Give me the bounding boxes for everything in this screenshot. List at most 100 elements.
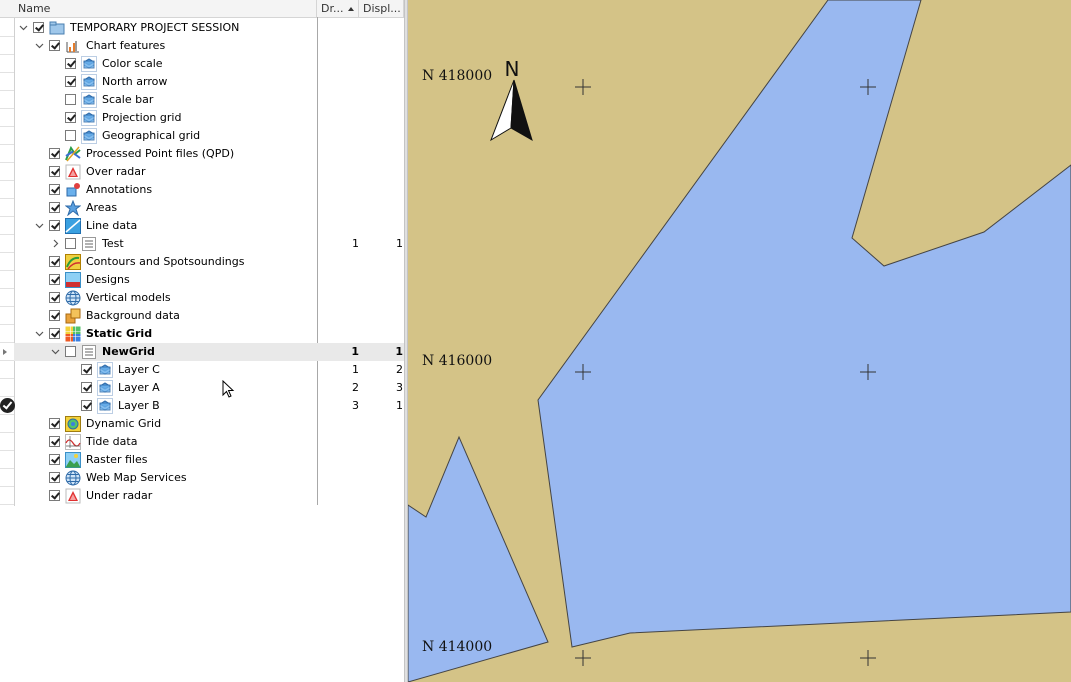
chevron-down-icon[interactable] [50,346,61,357]
visibility-checkbox[interactable] [49,184,60,195]
tree-row-newgrid[interactable]: NewGrid 1 1 [14,343,404,361]
visibility-checkbox[interactable] [49,418,60,429]
tree-row-temporary-project-session[interactable]: TEMPORARY PROJECT SESSION [14,19,404,37]
tree-row-layer-b[interactable]: Layer B 3 1 [14,397,404,415]
column-header-display[interactable]: Displ... [359,0,404,17]
tree-row-static-grid[interactable]: Static Grid [14,325,404,343]
tree-row-scale-bar[interactable]: Scale bar [14,91,404,109]
row-header-divider [0,72,14,73]
row-header-divider [0,504,14,505]
tree-item-label: TEMPORARY PROJECT SESSION [70,21,240,34]
visibility-checkbox[interactable] [65,238,76,249]
display-value: 1 [396,399,403,412]
tree-row-geographical-grid[interactable]: Geographical grid [14,127,404,145]
visibility-checkbox[interactable] [49,490,60,501]
visibility-checkbox[interactable] [49,148,60,159]
tree-row-north-arrow[interactable]: North arrow [14,73,404,91]
visibility-checkbox[interactable] [49,472,60,483]
tree-row-color-scale[interactable]: Color scale [14,55,404,73]
display-value: 1 [396,237,403,250]
visibility-checkbox[interactable] [65,58,76,69]
row-header-divider [0,126,14,127]
visibility-checkbox[interactable] [49,220,60,231]
tree-item-label: Geographical grid [102,129,201,142]
tree-row-layer-c[interactable]: Layer C 1 2 [14,361,404,379]
row-header-divider [0,198,14,199]
row-header-divider [0,180,14,181]
tree-item-label: Dynamic Grid [86,417,162,430]
visibility-checkbox[interactable] [49,328,60,339]
layer-tree-panel: Name Dr... Displ... TEMPORARY PROJECT SE… [0,0,404,682]
chevron-down-icon[interactable] [34,40,45,51]
chevron-down-icon[interactable] [18,22,29,33]
visibility-checkbox[interactable] [49,40,60,51]
tree-row-areas[interactable]: Areas [14,199,404,217]
static-grid-icon [65,326,81,342]
tree-row-under-radar[interactable]: Under radar [14,487,404,505]
tree-row-projection-grid[interactable]: Projection grid [14,109,404,127]
chevron-down-icon[interactable] [34,220,45,231]
visibility-checkbox[interactable] [65,346,76,357]
tree-row-designs[interactable]: Designs [14,271,404,289]
visibility-checkbox[interactable] [49,256,60,267]
qpd-icon [65,146,81,162]
visibility-checkbox[interactable] [49,454,60,465]
tree-item-label: Processed Point files (QPD) [86,147,235,160]
radar-icon [65,164,81,180]
grid-label-northing-414000: N 414000 [422,639,493,655]
row-header-divider [0,90,14,91]
tree-row-test[interactable]: Test 1 1 [14,235,404,253]
tree-row-layer-a[interactable]: Layer A 2 3 [14,379,404,397]
chevron-down-icon[interactable] [34,328,45,339]
visibility-checkbox[interactable] [81,364,92,375]
tree-row-line-data[interactable]: Line data [14,217,404,235]
tree-row-tide-data[interactable]: Tide data [14,433,404,451]
visibility-checkbox[interactable] [65,112,76,123]
tree-row-dynamic-grid[interactable]: Dynamic Grid [14,415,404,433]
row-header-divider [0,342,14,343]
tree-row-over-radar[interactable]: Over radar [14,163,404,181]
column-header-bar: Name Dr... Displ... [0,0,404,18]
list-icon [81,236,97,252]
tree-item-label: Tide data [86,435,138,448]
tree-row-processed-point-files-qpd[interactable]: Processed Point files (QPD) [14,145,404,163]
visibility-checkbox[interactable] [65,94,76,105]
tree-row-contours-and-spotsoundings[interactable]: Contours and Spotsoundings [14,253,404,271]
tree-item-label: Line data [86,219,138,232]
tree-row-vertical-models[interactable]: Vertical models [14,289,404,307]
grid-label-northing-416000: N 416000 [422,353,493,369]
visibility-checkbox[interactable] [49,292,60,303]
visibility-checkbox[interactable] [49,310,60,321]
column-header-name[interactable]: Name [14,0,317,17]
visibility-checkbox[interactable] [33,22,44,33]
tree-row-chart-features[interactable]: Chart features [14,37,404,55]
map-canvas: N [408,0,1071,682]
visibility-checkbox[interactable] [49,274,60,285]
display-value: 3 [396,381,403,394]
row-header-divider [0,450,14,451]
visibility-checkbox[interactable] [81,400,92,411]
tree-item-label: Projection grid [102,111,182,124]
tree-row-annotations[interactable]: Annotations [14,181,404,199]
tree-row-web-map-services[interactable]: Web Map Services [14,469,404,487]
visibility-checkbox[interactable] [65,130,76,141]
tree-item-label: Static Grid [86,327,153,340]
chevron-right-icon[interactable] [50,238,61,249]
display-value: 2 [396,363,403,376]
layer-icon [81,128,97,144]
visibility-checkbox[interactable] [49,166,60,177]
list-icon [81,344,97,360]
tree-row-raster-files[interactable]: Raster files [14,451,404,469]
row-header-divider [0,162,14,163]
line-data-icon [65,218,81,234]
tree-row-background-data[interactable]: Background data [14,307,404,325]
map-view[interactable]: N N 418000 N 416000 N 414000 [408,0,1071,682]
tree-item-label: Chart features [86,39,166,52]
visibility-checkbox[interactable] [49,202,60,213]
visibility-checkbox[interactable] [81,382,92,393]
contours-icon [65,254,81,270]
visibility-checkbox[interactable] [49,436,60,447]
visibility-checkbox[interactable] [65,76,76,87]
column-header-draw-order[interactable]: Dr... [317,0,359,17]
layer-icon [81,110,97,126]
